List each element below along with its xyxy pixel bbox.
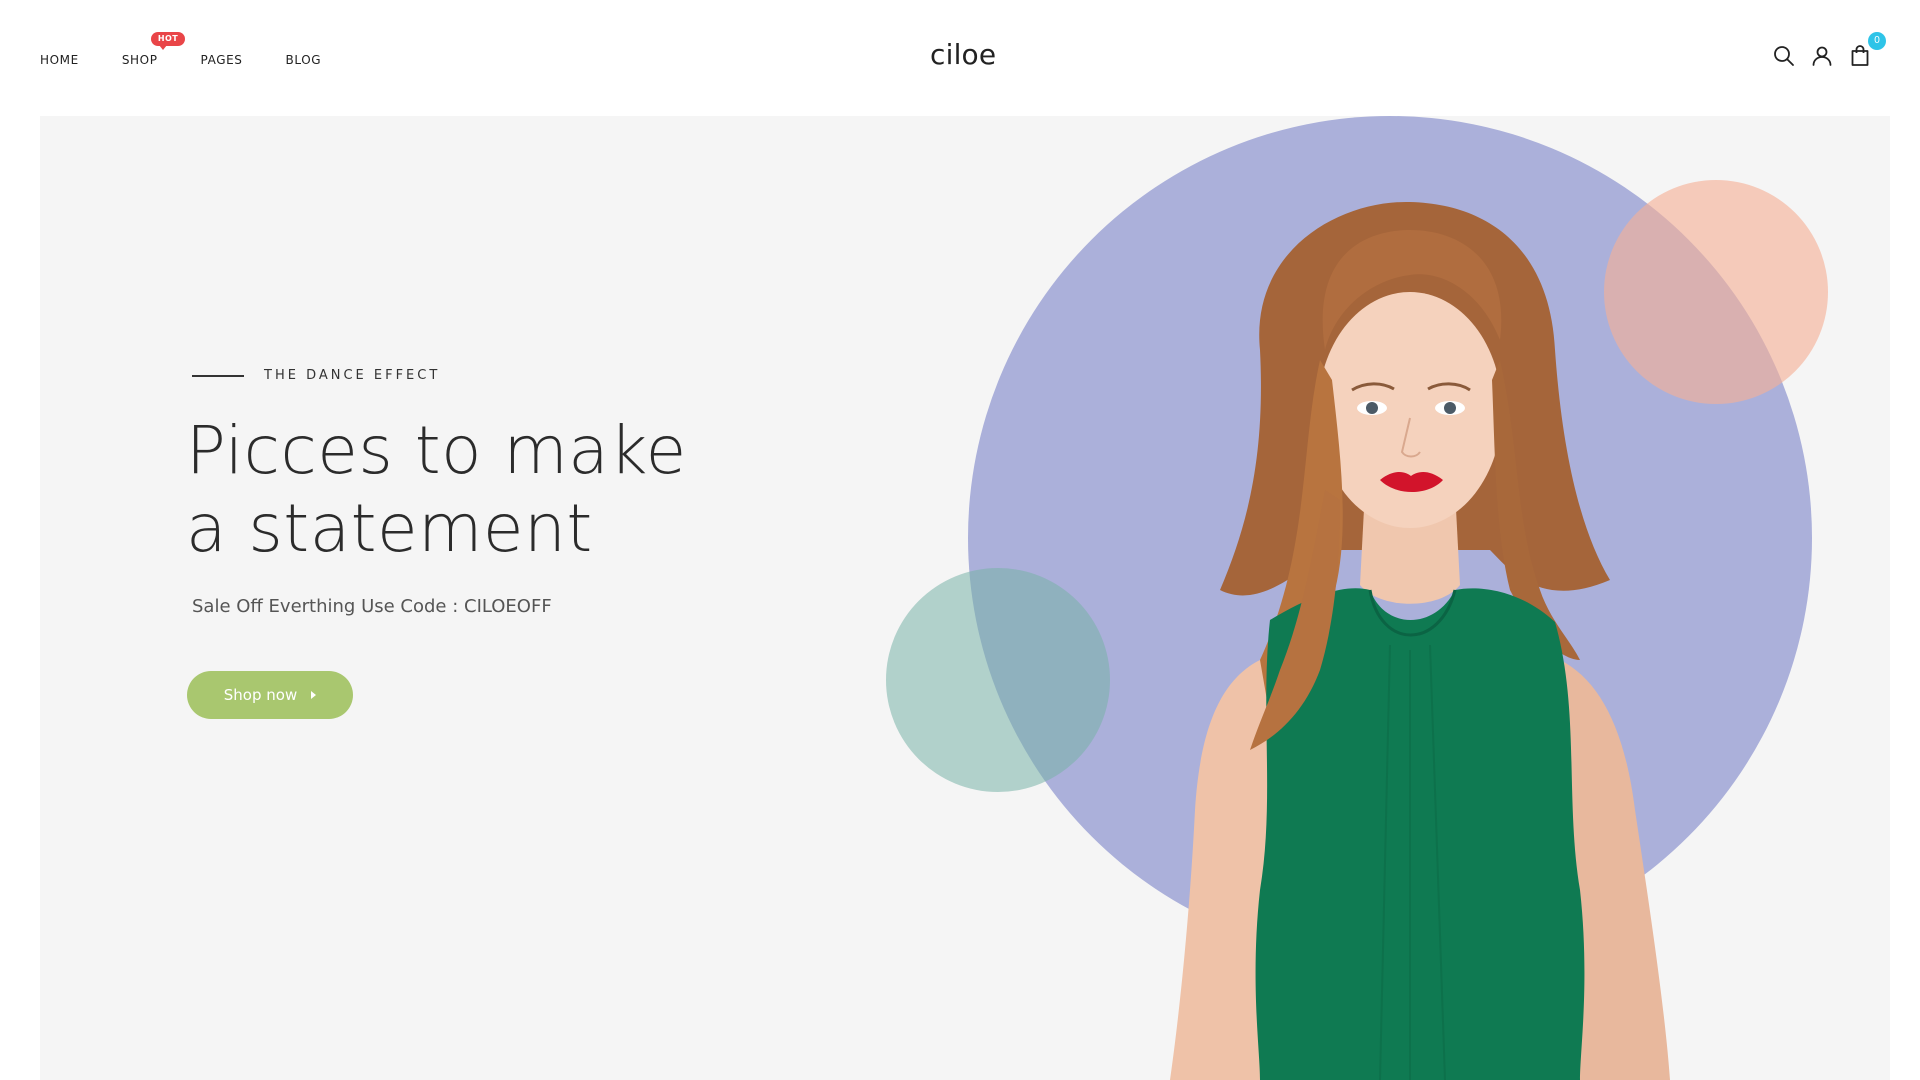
main-nav: HOME HOT SHOP PAGES BLOG [40,32,364,70]
hero-eyebrow: THE DANCE EFFECT [192,368,440,383]
hot-badge: HOT [150,32,186,50]
eyebrow-text: THE DANCE EFFECT [264,368,441,383]
user-icon[interactable] [1810,44,1834,68]
nav-item-pages[interactable]: PAGES [201,50,243,70]
header-actions: 0 [1758,32,1886,68]
shop-now-label: Shop now [223,686,298,704]
nav-item-shop[interactable]: HOT SHOP [121,32,186,70]
nav-item-label: BLOG [285,53,322,67]
eyebrow-divider [192,374,244,377]
site-logo[interactable]: ciloe [930,38,996,71]
search-icon[interactable] [1772,44,1796,68]
nav-item-blog[interactable]: BLOG [286,50,322,70]
hero-title: Picces to make a statement [186,412,806,568]
nav-item-home[interactable]: HOME [40,50,79,70]
nav-item-label: SHOP [121,53,158,67]
nav-item-label: PAGES [200,53,243,67]
decorative-circle-teal [886,568,1110,792]
site-header: HOME HOT SHOP PAGES BLOG ciloe 0 [0,0,1920,116]
shop-now-button[interactable]: Shop now [187,671,353,719]
arrow-right-icon [311,691,317,699]
hero-title-line-2: a statement [186,490,593,567]
cart-icon[interactable]: 0 [1848,32,1886,68]
hero-subtitle: Sale Off Everthing Use Code : CILOEOFF [192,596,552,617]
hero-banner: THE DANCE EFFECT Picces to make a statem… [40,116,1890,1080]
cart-count-badge: 0 [1868,32,1886,50]
hero-title-line-1: Picces to make [186,412,687,489]
nav-item-label: HOME [40,53,79,67]
hero-model-image [1110,190,1760,1080]
